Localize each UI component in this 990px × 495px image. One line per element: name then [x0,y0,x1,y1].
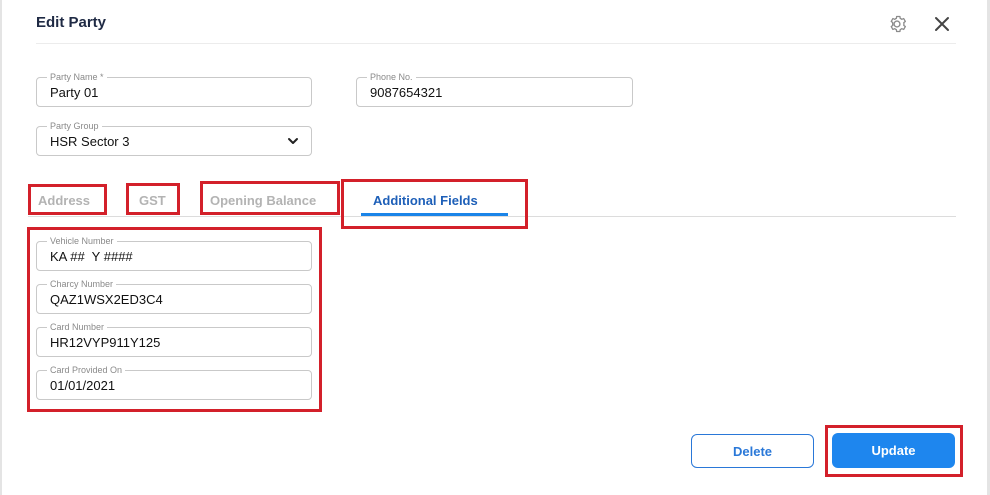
party-name-field[interactable]: Party Name * Party 01 [36,71,312,107]
highlight-box-update-button [825,425,963,477]
phone-label: Phone No. [367,71,416,83]
phone-value: 9087654321 [370,85,443,100]
close-icon [935,17,949,31]
highlight-box-gst-tab [126,183,180,215]
delete-button[interactable]: Delete [691,434,814,468]
header-divider [36,43,956,44]
party-name-label: Party Name * [47,71,107,83]
highlight-box-address-tab [28,184,107,215]
dialog-title: Edit Party [36,14,107,31]
dialog-left-edge [0,0,2,495]
highlight-box-additional-fields [27,227,322,412]
party-name-value: Party 01 [50,85,99,100]
highlight-box-opening-balance-tab [200,181,340,215]
settings-button[interactable] [884,12,910,36]
gear-icon [890,15,906,33]
highlight-box-additional-fields-tab [341,179,528,229]
party-group-value: HSR Sector 3 [50,134,130,149]
chevron-down-icon [288,138,298,144]
party-group-label: Party Group [47,120,102,132]
party-group-select[interactable]: Party Group HSR Sector 3 [36,120,312,156]
close-button[interactable] [930,12,954,36]
phone-field[interactable]: Phone No. 9087654321 [356,71,633,107]
edit-party-dialog: Edit Party Party Name * Party 01 Phone N… [0,0,990,495]
